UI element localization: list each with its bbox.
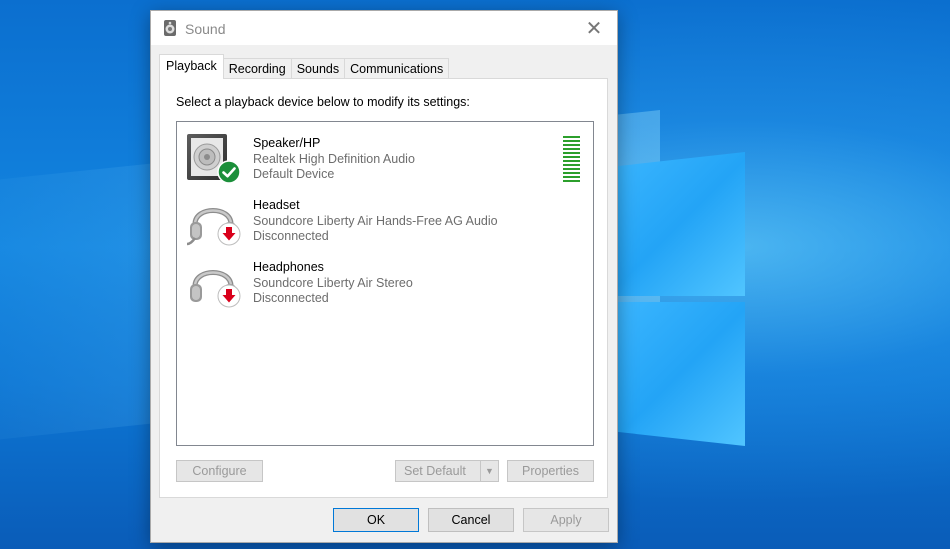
tab-strip: Playback Recording Sounds Communications bbox=[159, 54, 450, 79]
device-headphones[interactable]: Headphones Soundcore Liberty Air Stereo … bbox=[177, 250, 593, 310]
windows-logo bbox=[615, 152, 750, 450]
default-check-icon bbox=[217, 160, 241, 184]
close-icon: ✕ bbox=[585, 17, 603, 40]
playback-device-list[interactable]: Speaker/HP Realtek High Definition Audio… bbox=[176, 121, 594, 446]
device-name: Speaker/HP bbox=[253, 136, 321, 150]
sound-dialog: Sound ✕ Playback Recording Sounds Commun… bbox=[150, 10, 618, 543]
device-status: Default Device bbox=[253, 167, 335, 181]
device-name: Headphones bbox=[253, 260, 324, 274]
disconnected-arrow-icon bbox=[217, 284, 241, 308]
device-driver: Soundcore Liberty Air Hands-Free AG Audi… bbox=[253, 214, 498, 228]
device-driver: Soundcore Liberty Air Stereo bbox=[253, 276, 413, 290]
tab-recording[interactable]: Recording bbox=[222, 58, 292, 79]
device-status: Disconnected bbox=[253, 291, 329, 305]
apply-button[interactable]: Apply bbox=[523, 508, 609, 532]
device-headset[interactable]: Headset Soundcore Liberty Air Hands-Free… bbox=[177, 188, 593, 248]
instruction-text: Select a playback device below to modify… bbox=[176, 95, 470, 109]
ok-button[interactable]: OK bbox=[333, 508, 419, 532]
device-driver: Realtek High Definition Audio bbox=[253, 152, 415, 166]
device-status: Disconnected bbox=[253, 229, 329, 243]
chevron-down-icon[interactable]: ▼ bbox=[480, 461, 498, 481]
device-speaker-hp[interactable]: Speaker/HP Realtek High Definition Audio… bbox=[177, 126, 593, 186]
playback-panel: Select a playback device below to modify… bbox=[159, 78, 608, 498]
title-bar[interactable]: Sound ✕ bbox=[151, 11, 617, 45]
window-title: Sound bbox=[185, 21, 226, 37]
speaker-app-icon bbox=[164, 20, 176, 36]
tab-communications[interactable]: Communications bbox=[344, 58, 450, 79]
volume-level-meter bbox=[563, 136, 580, 184]
device-name: Headset bbox=[253, 198, 300, 212]
tab-playback[interactable]: Playback bbox=[159, 54, 224, 79]
disconnected-arrow-icon bbox=[217, 222, 241, 246]
tab-sounds[interactable]: Sounds bbox=[290, 58, 346, 79]
cancel-button[interactable]: Cancel bbox=[428, 508, 514, 532]
configure-button[interactable]: Configure bbox=[176, 460, 263, 482]
set-default-button[interactable]: Set Default ▼ bbox=[395, 460, 499, 482]
close-button[interactable]: ✕ bbox=[571, 11, 617, 45]
set-default-label: Set Default bbox=[404, 464, 466, 478]
properties-button[interactable]: Properties bbox=[507, 460, 594, 482]
